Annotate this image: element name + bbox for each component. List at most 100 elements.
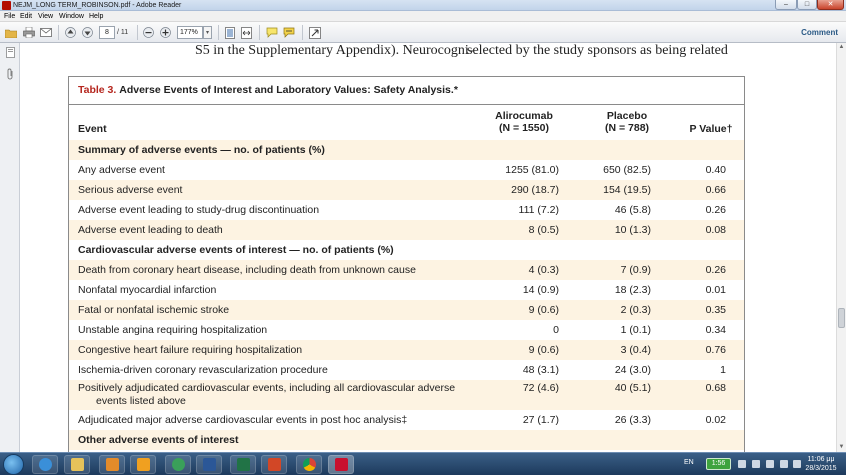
start-button[interactable] <box>3 454 24 475</box>
previous-page-icon[interactable] <box>64 26 77 39</box>
vertical-scrollbar[interactable]: ▲ ▼ <box>836 43 846 452</box>
show-hidden-icons-icon[interactable] <box>738 460 746 468</box>
page-count: / 11 <box>117 29 129 36</box>
battery-indicator[interactable]: 1:56 <box>706 458 731 470</box>
p-value-cell: 0.76 <box>705 344 726 356</box>
event-cell: Adverse event leading to death <box>78 224 223 236</box>
toolbar-separator <box>259 25 260 40</box>
event-cell: Serious adverse event <box>78 184 183 196</box>
action-center-flag-icon[interactable] <box>793 460 801 468</box>
scroll-down-icon[interactable]: ▼ <box>837 443 846 452</box>
placebo-cell: 7 (0.9) <box>620 264 651 276</box>
table-row: Congestive heart failure requiring hospi… <box>69 340 744 360</box>
power-icon[interactable] <box>752 460 760 468</box>
excel-icon[interactable] <box>230 455 256 474</box>
minimize-button[interactable]: – <box>775 0 797 10</box>
network-globe-icon[interactable] <box>165 455 191 474</box>
alirocumab-cell: 27 (1.7) <box>522 414 559 426</box>
toolbar-separator <box>218 25 219 40</box>
input-language[interactable]: EN <box>684 459 694 466</box>
volume-icon[interactable] <box>780 460 788 468</box>
zoom-out-icon[interactable] <box>142 26 155 39</box>
table-row: Positively adjudicated cardiovascular ev… <box>69 380 744 410</box>
menu-window[interactable]: Window <box>59 11 84 22</box>
table-title: Table 3. Adverse Events of Interest and … <box>69 77 744 105</box>
table-section-row: Summary of adverse events — no. of patie… <box>69 140 744 160</box>
maximize-button[interactable]: □ <box>797 0 817 10</box>
body-text-left-column: S5 in the Supplementary Appendix). Neuro… <box>195 43 474 58</box>
header-placebo: Placebo (N = 788) <box>587 110 667 134</box>
table-row: Adverse event leading to death 8 (0.5) 10 … <box>69 220 744 240</box>
attachments-paperclip-icon[interactable] <box>4 68 16 80</box>
alirocumab-cell: 48 (3.1) <box>522 364 559 376</box>
p-value-cell: 0.26 <box>705 204 726 216</box>
placebo-cell: 24 (3.0) <box>614 364 651 376</box>
alirocumab-cell: 0 <box>553 324 559 336</box>
title-bar: NEJM_LONG TERM_ROBINSON.pdf - Adobe Read… <box>0 0 846 11</box>
table-row: Any adverse event 1255 (81.0) 650 (82.5) 0.… <box>69 160 744 180</box>
comment-pane-button[interactable]: Comment <box>801 26 838 39</box>
close-button[interactable]: ✕ <box>817 0 844 10</box>
table-row: Adverse event leading to study-drug disc… <box>69 200 744 220</box>
toolbar: / 11 ▾ Comment <box>0 22 846 43</box>
scrollbar-thumb[interactable] <box>838 308 845 328</box>
word-icon[interactable] <box>196 455 222 474</box>
alirocumab-cell: 290 (18.7) <box>511 184 559 196</box>
navigation-pane <box>0 43 20 452</box>
section-heading: Summary of adverse events — no. of patie… <box>78 144 325 156</box>
p-value-cell: 0.66 <box>705 184 726 196</box>
placebo-cell: 154 (19.5) <box>603 184 651 196</box>
p-value-cell: 0.02 <box>705 414 726 426</box>
fit-width-icon[interactable] <box>240 26 253 39</box>
toolbar-separator <box>302 25 303 40</box>
email-icon[interactable] <box>39 26 52 39</box>
event-cell: Congestive heart failure requiring hospi… <box>78 344 303 356</box>
p-value-cell: 0.26 <box>705 264 726 276</box>
powerpoint-icon[interactable] <box>261 455 287 474</box>
table-row: Serious adverse event 290 (18.7) 154 (19.5… <box>69 180 744 200</box>
open-folder-icon[interactable] <box>4 26 17 39</box>
document-viewport[interactable]: S5 in the Supplementary Appendix). Neuro… <box>20 43 836 452</box>
fit-page-icon[interactable] <box>223 26 236 39</box>
table-caption: Adverse Events of Interest and Laborator… <box>119 84 458 96</box>
clock-time[interactable]: 11:06 μμ <box>805 456 837 463</box>
expand-fullscreen-icon[interactable] <box>308 26 321 39</box>
event-cell: Adjudicated major adverse cardiovascular… <box>78 414 408 426</box>
zoom-level-input[interactable] <box>177 26 203 39</box>
table-section-row: Cardiovascular adverse events of interes… <box>69 240 744 260</box>
media-player-icon[interactable] <box>99 455 125 474</box>
scroll-up-icon[interactable]: ▲ <box>837 43 846 52</box>
clock-date[interactable]: 28/3/2015 <box>805 465 837 472</box>
zoom-in-icon[interactable] <box>159 26 172 39</box>
table-row: Adjudicated major adverse cardiovascular… <box>69 410 744 430</box>
print-icon[interactable] <box>22 26 35 39</box>
window-title: NEJM_LONG TERM_ROBINSON.pdf - Adobe Read… <box>13 2 182 9</box>
event-cell: Ischemia-driven coronary revascularizati… <box>78 364 328 376</box>
file-explorer-icon[interactable] <box>64 455 90 474</box>
placebo-cell: 3 (0.4) <box>620 344 651 356</box>
sticky-note-comment-icon[interactable] <box>265 26 278 39</box>
event-cell-line1: Positively adjudicated cardiovascular ev… <box>78 382 456 394</box>
header-alirocumab-name: Alirocumab <box>495 110 553 122</box>
menu-file[interactable]: File <box>4 11 15 22</box>
page-number-input[interactable] <box>99 26 115 39</box>
table-row: Death from coronary heart disease, inclu… <box>69 260 744 280</box>
article-body-text: S5 in the Supplementary Appendix). Neuro… <box>195 43 747 61</box>
menu-edit[interactable]: Edit <box>20 11 32 22</box>
alirocumab-cell: 111 (7.2) <box>518 204 559 216</box>
zoom-dropdown-chevron-icon[interactable]: ▾ <box>203 26 212 39</box>
p-value-cell: 0.40 <box>705 164 726 176</box>
network-icon[interactable] <box>766 460 774 468</box>
page-thumbnails-icon[interactable] <box>4 47 16 59</box>
menu-help[interactable]: Help <box>89 11 103 22</box>
outlook-icon[interactable] <box>130 455 156 474</box>
internet-explorer-icon[interactable] <box>32 455 58 474</box>
chrome-icon[interactable] <box>296 455 322 474</box>
next-page-icon[interactable] <box>81 26 94 39</box>
p-value-cell: 0.01 <box>705 284 726 296</box>
toolbar-separator <box>58 25 59 40</box>
adobe-reader-taskbar-icon[interactable] <box>328 455 354 474</box>
menu-view[interactable]: View <box>38 11 53 22</box>
highlight-text-icon[interactable] <box>282 26 295 39</box>
table-section-row: Other adverse events of interest <box>69 430 744 450</box>
